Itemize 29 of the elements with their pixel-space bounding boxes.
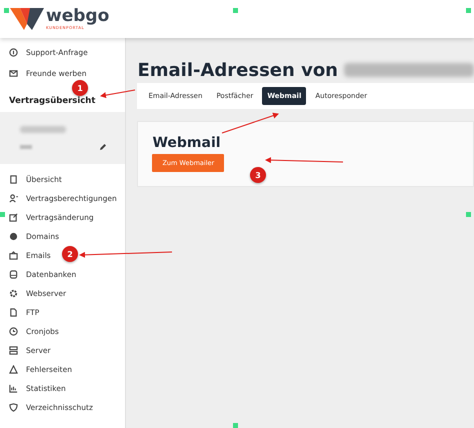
selection-handle[interactable] [466, 212, 471, 217]
annotation-arrow [100, 90, 136, 98]
document-icon [9, 175, 18, 184]
selection-handle[interactable] [233, 8, 238, 13]
person-add-icon [9, 194, 18, 203]
selection-handle[interactable] [4, 8, 9, 13]
info-icon [9, 48, 18, 57]
server-icon [9, 346, 18, 355]
pencil-icon[interactable] [99, 143, 108, 151]
warning-icon [9, 365, 18, 374]
selection-handle[interactable] [466, 8, 471, 13]
selection-handle[interactable] [233, 423, 238, 428]
redacted-text [20, 126, 66, 133]
logo-text: webgo [46, 8, 110, 25]
file-icon [9, 308, 18, 317]
selection-handle[interactable] [0, 212, 5, 217]
envelope-icon [9, 69, 18, 78]
edit-icon [9, 213, 18, 222]
annotation-arrow [222, 112, 279, 134]
section-title: Vertragsübersicht [9, 96, 96, 106]
shield-icon [9, 403, 18, 412]
logo-icon [10, 8, 44, 30]
card-title: Webmail [152, 135, 222, 151]
clock-icon [9, 327, 18, 336]
page-heading: Email-Adressen von [137, 60, 338, 80]
chart-icon [9, 384, 18, 393]
redacted-text [20, 145, 32, 149]
inbox-icon [9, 251, 18, 260]
database-icon [9, 270, 18, 279]
